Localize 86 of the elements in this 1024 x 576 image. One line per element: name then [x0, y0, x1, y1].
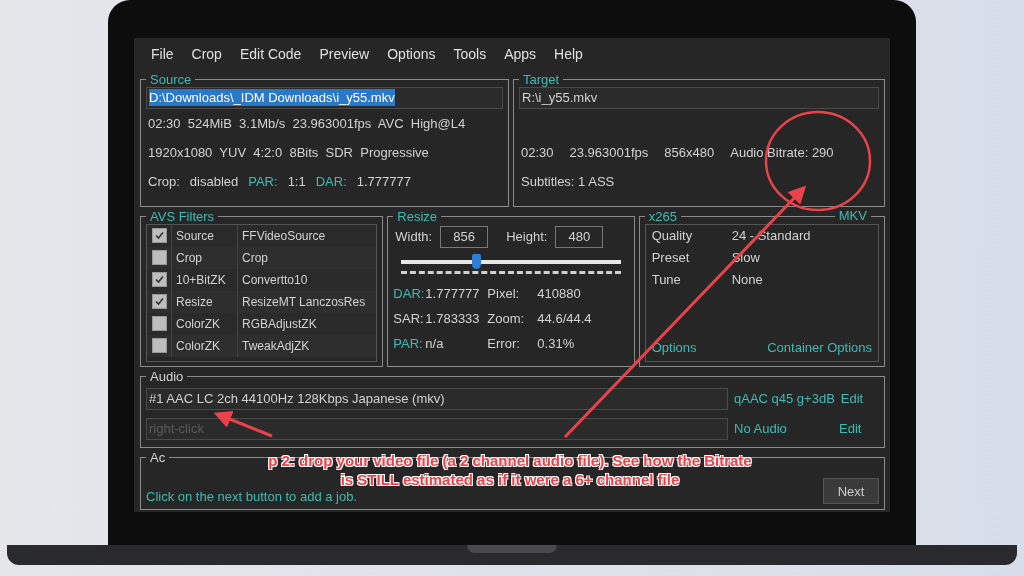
info-text: 1.777777 [356, 173, 411, 189]
info-text: 1:1 [287, 173, 306, 189]
stat-value: 1.777777 [425, 284, 481, 303]
menu-item[interactable]: Preview [310, 45, 379, 62]
setting-name: Tune [650, 270, 682, 289]
check-icon [155, 231, 164, 241]
table-cell: Convertto10 [237, 268, 377, 291]
menu-item[interactable]: Options [378, 45, 445, 62]
group-title: Ac [149, 450, 167, 465]
stat-value: 1.783333 [425, 309, 481, 328]
stat-value: 44.6/44.4 [537, 309, 593, 328]
group-title: Target [522, 72, 561, 87]
target-path-field[interactable]: R:\i_y55.mkv [519, 86, 879, 109]
checkbox[interactable] [152, 338, 167, 354]
group-title: Source [149, 72, 193, 87]
stat-value: n/a [425, 334, 445, 353]
stat-label: DAR: [393, 284, 426, 303]
slider-thumb[interactable] [471, 253, 481, 269]
group-title: Resize [396, 209, 439, 224]
edit-link[interactable]: Edit [840, 391, 881, 407]
stat-value: 410880 [537, 284, 582, 303]
setting-value: None [730, 270, 764, 289]
info-text: 1920x1080 YUV 4:2:0 8Bits SDR Progressive [148, 144, 429, 160]
group-title: AVS Filters [149, 209, 216, 224]
menu-item[interactable]: Edit Code [230, 45, 311, 62]
menu-item[interactable]: Crop [182, 45, 231, 62]
checkbox[interactable] [152, 228, 167, 244]
check-icon [155, 297, 164, 307]
annotation-caption: p 2: drop your video file (a 2 channel audio file). See how the Bitrate is STILL estimated as if it were a 6+ channel file [267, 451, 753, 489]
info-label: DAR: [315, 173, 347, 189]
check-icon [155, 275, 164, 285]
group-title: Audio [149, 369, 185, 384]
info-text: 856x480 [664, 144, 715, 160]
codec-link[interactable]: qAAC q45 g+3dB [734, 391, 835, 407]
info-text: Audio Bitrate: 290 [730, 144, 834, 160]
table-cell: FFVideoSource [237, 224, 377, 247]
table-cell: ResizeMT LanczosRes [237, 290, 377, 313]
table-cell: ColorZK [171, 334, 237, 357]
table-cell: RGBAdjustZK [237, 312, 377, 335]
setting-name: Preset [650, 248, 691, 267]
annotation-arrow [213, 411, 273, 438]
info-text: Crop: [148, 173, 180, 189]
info-label: PAR: [248, 173, 278, 189]
checkbox[interactable] [152, 250, 167, 266]
table-cell: Source [171, 224, 237, 247]
source-path-field[interactable]: D:\Downloads\_IDM Downloads\i_y55.mkv [146, 86, 503, 109]
table-cell: TweakAdjZK [237, 334, 377, 357]
stat-label: PAR: [393, 334, 424, 353]
table-cell: Crop [171, 246, 237, 269]
field-label: Width: [395, 229, 433, 245]
options-link[interactable]: Options [645, 336, 726, 361]
table-cell: Resize [171, 290, 237, 313]
menu-item[interactable]: Apps [495, 45, 546, 62]
height-field[interactable]: 480 [555, 225, 604, 248]
codec-link[interactable]: No Audio [734, 421, 833, 437]
audio-track-field[interactable]: #1 AAC LC 2ch 44100Hz 128Kbps Japanese (mkv) [146, 387, 728, 410]
info-text: disabled [189, 173, 239, 189]
setting-value: 24 - Standard [730, 226, 812, 245]
group-title: x265 [647, 209, 678, 224]
stat-label: Error: [487, 334, 521, 353]
table-cell: Crop [237, 246, 377, 269]
menu-item[interactable]: File [142, 45, 183, 62]
edit-link[interactable]: Edit [839, 421, 879, 437]
checkbox[interactable] [152, 294, 167, 310]
stat-label: Zoom: [487, 309, 526, 328]
next-button[interactable]: Next [823, 478, 879, 504]
checkbox[interactable] [152, 316, 167, 332]
table-cell: 10+BitZK [171, 268, 237, 291]
stat-value: 0.31% [537, 334, 576, 353]
checkbox[interactable] [152, 272, 167, 288]
stat-label: SAR: [393, 309, 425, 328]
container-options-link[interactable]: Container Options [725, 336, 878, 361]
info-text: Subtitles: 1 ASS [521, 173, 615, 189]
table-cell: ColorZK [171, 312, 237, 335]
width-field[interactable]: 856 [440, 225, 489, 248]
menu-item[interactable]: Help [545, 45, 592, 62]
info-text: 23.963001fps [569, 144, 649, 160]
setting-name: Quality [650, 226, 694, 245]
stat-label: Pixel: [487, 284, 521, 303]
info-text: 02:30 524MiB 3.1Mb/s 23.963001fps AVC High@L4 [148, 115, 466, 131]
field-label: Height: [506, 229, 548, 245]
info-text: 02:30 [521, 144, 554, 160]
group-title: MKV [838, 207, 867, 223]
menu-item[interactable]: Tools [444, 45, 496, 62]
selected-text: D:\Downloads\_IDM Downloads\i_y55.mkv [149, 89, 395, 107]
hint-text: Click on the next button to add a job. [146, 489, 358, 504]
